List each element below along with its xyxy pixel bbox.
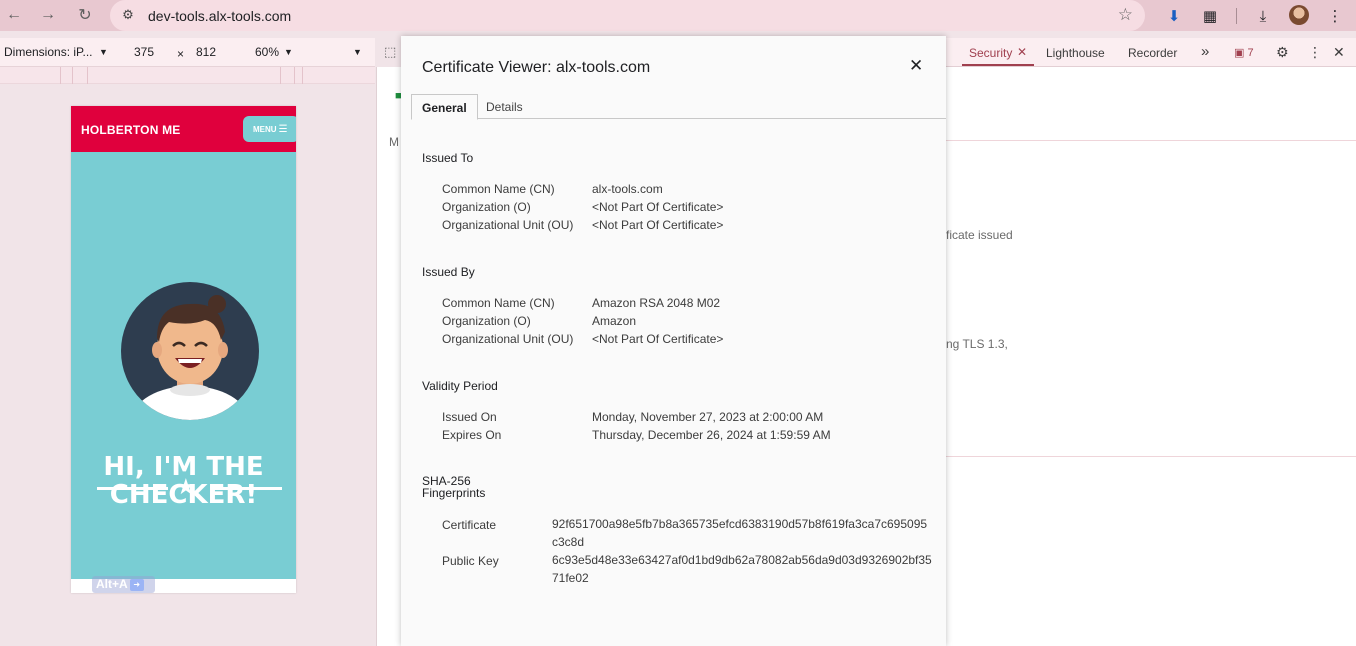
issued-to-o-label: Organization (O) <box>442 200 531 214</box>
hero-section: HI, I'M THE CHECKER! <box>71 152 296 579</box>
dialog-tabs: General Details <box>411 94 946 120</box>
issues-badge[interactable]: ▣ 7 <box>1234 46 1254 59</box>
alt-a-badge: Alt+A ➜ <box>92 576 155 593</box>
arrow-icon: ➜ <box>129 578 144 591</box>
more-tabs-icon[interactable]: » <box>1201 43 1209 60</box>
lock-icon: ■ <box>395 90 402 102</box>
hero-divider-right <box>211 487 282 490</box>
devtools-tabbar: Security ✕ Lighthouse Recorder » ⚙ ⋮ ✕ <box>946 38 1356 67</box>
chevron-down-icon[interactable]: ▼ <box>353 47 362 57</box>
star-icon: ★ <box>176 474 196 499</box>
dialog-title: Certificate Viewer: alx-tools.com <box>422 59 651 76</box>
issued-by-heading: Issued By <box>422 265 475 279</box>
bookmark-star-icon[interactable]: ☆ <box>1118 5 1133 25</box>
issues-count: 7 <box>1247 47 1254 59</box>
device-toolbar: Dimensions: iP... ▼ 375 × 812 60% ▼ ▼ <box>0 38 375 67</box>
site-settings-icon[interactable]: ⚙ <box>120 7 136 23</box>
security-snippet-certificate: ficate issued <box>946 228 1013 242</box>
hamburger-icon: ☰ <box>278 123 288 135</box>
reload-icon[interactable]: ↻ <box>74 4 96 26</box>
alt-a-label: Alt+A <box>96 577 128 591</box>
address-bar[interactable]: ⚙ dev-tools.alx-tools.com ☆ <box>110 0 1145 31</box>
public-key-fp-label: Public Key <box>442 554 499 568</box>
checker-avatar <box>121 282 259 420</box>
issued-to-cn-label: Common Name (CN) <box>442 182 555 196</box>
fingerprints-heading: SHA-256 Fingerprints <box>422 475 485 499</box>
tab-recorder[interactable]: Recorder <box>1128 46 1177 60</box>
dimensions-select[interactable]: Dimensions: iP... <box>4 45 92 59</box>
chevron-down-icon[interactable]: ▼ <box>284 47 293 57</box>
validity-heading: Validity Period <box>422 379 498 393</box>
zoom-select[interactable]: 60% <box>255 45 279 59</box>
forward-icon[interactable]: → <box>37 4 59 26</box>
downloads-icon[interactable]: ⤓ <box>1252 5 1274 27</box>
times-separator: × <box>177 47 185 61</box>
menu-button[interactable]: MENU ☰ <box>243 116 296 142</box>
tab-security[interactable]: Security <box>969 46 1012 60</box>
site-header: HOLBERTON ME MENU ☰ <box>71 106 296 152</box>
download-extension-icon[interactable]: ⬇ <box>1163 5 1185 27</box>
fingerprints-heading-line2: Fingerprints <box>422 486 486 500</box>
expires-on-label: Expires On <box>442 428 502 442</box>
media-query-ruler[interactable] <box>0 67 375 84</box>
certificate-fp-label: Certificate <box>442 518 497 532</box>
chevron-down-icon[interactable]: ▼ <box>99 47 108 57</box>
hero-divider-left <box>97 487 168 490</box>
toolbar-divider <box>1236 8 1237 24</box>
issued-on-value: Monday, November 27, 2023 at 2:00:00 AM <box>592 410 824 424</box>
active-tab-indicator <box>962 64 1034 66</box>
issued-to-heading: Issued To <box>422 151 474 165</box>
issued-by-o-label: Organization (O) <box>442 314 531 328</box>
certificate-fp-value: 92f651700a98e5fb7b8a365735efcd6383190d57… <box>552 517 928 549</box>
divider <box>946 140 1356 141</box>
extensions-puzzle-icon[interactable]: ▦ <box>1199 5 1221 27</box>
tab-details[interactable]: Details <box>476 94 533 119</box>
issued-by-ou-label: Organizational Unit (OU) <box>442 332 574 346</box>
expires-on-value: Thursday, December 26, 2024 at 1:59:59 A… <box>592 428 831 442</box>
address-url: dev-tools.alx-tools.com <box>148 8 292 24</box>
issued-by-cn-value: Amazon RSA 2048 M02 <box>592 296 721 310</box>
security-overview-partial-text: M <box>389 135 399 149</box>
gear-icon[interactable]: ⚙ <box>1276 44 1289 61</box>
browser-toolbar: ← → ↻ ⚙ dev-tools.alx-tools.com ☆ ⬇ ▦ ⤓ … <box>0 0 1356 31</box>
menu-label: MENU <box>253 124 277 134</box>
issued-to-ou-label: Organizational Unit (OU) <box>442 218 574 232</box>
certificate-viewer-dialog: Certificate Viewer: alx-tools.com ✕ Gene… <box>401 36 946 646</box>
issued-to-o-value: <Not Part Of Certificate> <box>592 200 724 214</box>
issues-icon: ▣ <box>1234 47 1245 59</box>
divider <box>946 456 1356 457</box>
inspect-element-icon[interactable]: ⬚ <box>384 44 396 60</box>
issued-to-ou-value: <Not Part Of Certificate> <box>592 218 724 232</box>
public-key-fp-value: 6c93e5d48e33e63427af0d1bd9db62a78082ab56… <box>552 553 932 585</box>
profile-avatar[interactable] <box>1289 5 1309 25</box>
kebab-menu-icon[interactable]: ⋮ <box>1324 5 1346 27</box>
kebab-menu-icon[interactable]: ⋮ <box>1308 44 1322 61</box>
tab-lighthouse[interactable]: Lighthouse <box>1046 46 1105 60</box>
width-input[interactable]: 375 <box>134 45 154 59</box>
issued-on-label: Issued On <box>442 410 497 424</box>
device-viewport[interactable]: HOLBERTON ME MENU ☰ HI, I'M THE CHECKER!… <box>71 106 296 593</box>
security-snippet-connection: ng TLS 1.3, <box>946 337 1008 351</box>
issued-to-cn-value: alx-tools.com <box>592 182 663 196</box>
back-icon[interactable]: ← <box>3 4 25 26</box>
close-tab-icon[interactable]: ✕ <box>1017 45 1027 59</box>
site-brand[interactable]: HOLBERTON ME <box>81 123 181 137</box>
issued-by-o-value: Amazon <box>592 314 637 328</box>
close-icon[interactable]: ✕ <box>909 56 923 76</box>
issued-by-ou-value: <Not Part Of Certificate> <box>592 332 724 346</box>
close-icon[interactable]: ✕ <box>1333 44 1345 61</box>
issued-by-cn-label: Common Name (CN) <box>442 296 555 310</box>
tab-general[interactable]: General <box>411 94 478 120</box>
height-input[interactable]: 812 <box>196 45 216 59</box>
